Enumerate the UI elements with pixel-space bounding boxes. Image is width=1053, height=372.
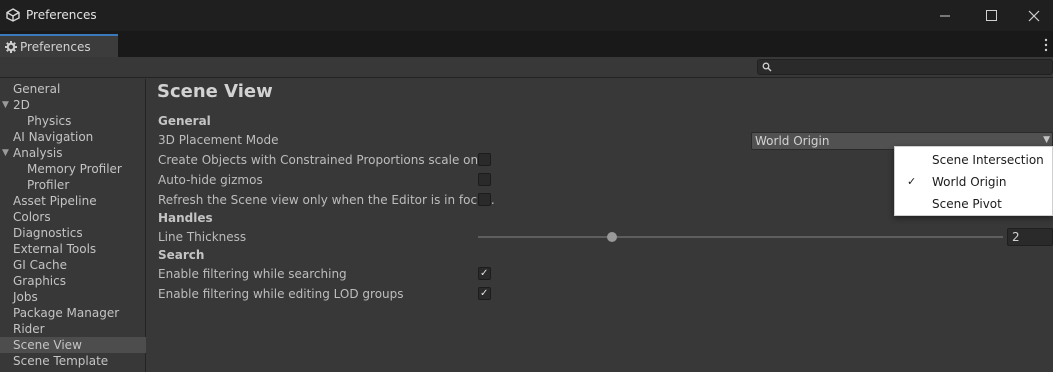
- tab-preferences[interactable]: Preferences: [0, 34, 118, 57]
- sidebar-item-label: Package Manager: [13, 306, 120, 320]
- sidebar: General ▼ 2D Physics AI Navigation ▼ Analy…: [0, 79, 146, 372]
- sidebar-item-label: Jobs: [13, 290, 38, 304]
- sidebar-item-label: Analysis: [13, 146, 63, 160]
- close-icon: [1028, 10, 1039, 21]
- close-button[interactable]: [1014, 0, 1053, 31]
- sidebar-item-jobs[interactable]: Jobs: [0, 289, 146, 305]
- popup-option-label: World Origin: [932, 175, 1007, 189]
- filter-lod-checkbox[interactable]: ✓: [478, 287, 491, 300]
- title-bar: Preferences: [0, 0, 1053, 31]
- sidebar-item-label: AI Navigation: [13, 130, 94, 144]
- line-thickness-label: Line Thickness: [158, 230, 247, 244]
- sidebar-item-diagnostics[interactable]: Diagnostics: [0, 225, 146, 241]
- refresh-in-focus-label: Refresh the Scene view only when the Edi…: [158, 193, 495, 207]
- settings-panel: Scene View General 3D Placement Mode Wor…: [147, 79, 1053, 372]
- filter-searching-checkbox[interactable]: ✓: [478, 267, 491, 280]
- checkmark-icon: ✓: [480, 268, 489, 279]
- line-thickness-field[interactable]: [1007, 228, 1053, 246]
- search-icon: [762, 62, 772, 72]
- search-input[interactable]: [774, 60, 1044, 74]
- sidebar-item-colors[interactable]: Colors: [0, 209, 146, 225]
- window-title: Preferences: [26, 8, 97, 22]
- sidebar-item-label: Rider: [13, 322, 45, 336]
- popup-option-label: Scene Intersection: [932, 153, 1044, 167]
- minimize-icon: [939, 15, 950, 17]
- sidebar-item-label: Physics: [27, 114, 72, 128]
- popup-option-label: Scene Pivot: [932, 197, 1002, 211]
- autohide-gizmos-checkbox[interactable]: [478, 173, 491, 186]
- section-heading-general: General: [158, 114, 211, 128]
- gear-icon: [5, 40, 17, 53]
- expand-arrow-icon[interactable]: ▼: [2, 145, 9, 161]
- line-thickness-slider-track[interactable]: [478, 236, 1003, 238]
- sidebar-item-general[interactable]: General: [0, 81, 146, 97]
- sidebar-item-memory-profiler[interactable]: Memory Profiler: [0, 161, 146, 177]
- tab-label: Preferences: [20, 39, 91, 54]
- filter-lod-label: Enable filtering while editing LOD group…: [158, 287, 404, 301]
- placement-mode-label: 3D Placement Mode: [158, 133, 279, 147]
- sidebar-item-scene-view[interactable]: Scene View: [0, 337, 146, 353]
- section-heading-handles: Handles: [158, 211, 213, 225]
- expand-arrow-icon[interactable]: ▼: [2, 97, 9, 113]
- popup-option-scene-pivot[interactable]: Scene Pivot: [895, 193, 1053, 215]
- sidebar-item-label: Asset Pipeline: [13, 194, 97, 208]
- sidebar-item-label: Scene View: [13, 338, 82, 352]
- sidebar-item-asset-pipeline[interactable]: Asset Pipeline: [0, 193, 146, 209]
- search-box[interactable]: [757, 59, 1053, 75]
- section-heading-search: Search: [158, 248, 205, 262]
- sidebar-item-scene-template[interactable]: Scene Template: [0, 353, 146, 369]
- constrained-proportions-checkbox[interactable]: [478, 153, 491, 166]
- line-thickness-slider-handle[interactable]: [607, 232, 617, 242]
- sidebar-item-ai-navigation[interactable]: AI Navigation: [0, 129, 146, 145]
- constrained-proportions-label: Create Objects with Constrained Proporti…: [158, 153, 479, 167]
- sidebar-item-label: Colors: [13, 210, 51, 224]
- sidebar-item-package-manager[interactable]: Package Manager: [0, 305, 146, 321]
- sidebar-item-analysis[interactable]: ▼ Analysis: [0, 145, 146, 161]
- tab-strip: Preferences: [0, 31, 1053, 57]
- refresh-in-focus-checkbox[interactable]: [478, 193, 491, 206]
- filter-searching-label: Enable filtering while searching: [158, 267, 347, 281]
- sidebar-item-external-tools[interactable]: External Tools: [0, 241, 146, 257]
- sidebar-item-profiler[interactable]: Profiler: [0, 177, 146, 193]
- sidebar-item-label: 2D: [13, 98, 30, 112]
- sidebar-item-gi-cache[interactable]: GI Cache: [0, 257, 146, 273]
- sidebar-item-label: Memory Profiler: [27, 162, 122, 176]
- autohide-gizmos-label: Auto-hide gizmos: [158, 173, 263, 187]
- search-row: [0, 57, 1053, 78]
- sidebar-item-graphics[interactable]: Graphics: [0, 273, 146, 289]
- maximize-button[interactable]: [968, 0, 1014, 31]
- sidebar-item-label: Graphics: [13, 274, 66, 288]
- placement-mode-value: World Origin: [755, 134, 830, 148]
- more-options-icon[interactable]: [1043, 38, 1049, 52]
- sidebar-item-label: External Tools: [13, 242, 97, 256]
- line-thickness-input[interactable]: [1008, 229, 1052, 245]
- sidebar-item-label: Diagnostics: [13, 226, 83, 240]
- maximize-icon: [985, 10, 997, 21]
- checkmark-icon: ✓: [907, 175, 917, 188]
- sidebar-item-physics[interactable]: Physics: [0, 113, 146, 129]
- sidebar-item-label: General: [13, 82, 61, 96]
- checkmark-icon: ✓: [480, 288, 489, 299]
- unity-logo-icon: [6, 8, 20, 22]
- chevron-down-icon: ▼: [1043, 135, 1050, 145]
- minimize-button[interactable]: [922, 0, 968, 31]
- sidebar-item-label: Scene Template: [13, 354, 109, 368]
- page-title: Scene View: [157, 81, 273, 102]
- sidebar-item-label: Profiler: [27, 178, 70, 192]
- sidebar-item-2d[interactable]: ▼ 2D: [0, 97, 146, 113]
- popup-option-world-origin[interactable]: ✓ World Origin: [895, 171, 1053, 193]
- sidebar-item-rider[interactable]: Rider: [0, 321, 146, 337]
- sidebar-item-label: GI Cache: [13, 258, 67, 272]
- placement-mode-popup: Scene Intersection ✓ World Origin Scene …: [894, 146, 1053, 216]
- popup-option-scene-intersection[interactable]: Scene Intersection: [895, 149, 1053, 171]
